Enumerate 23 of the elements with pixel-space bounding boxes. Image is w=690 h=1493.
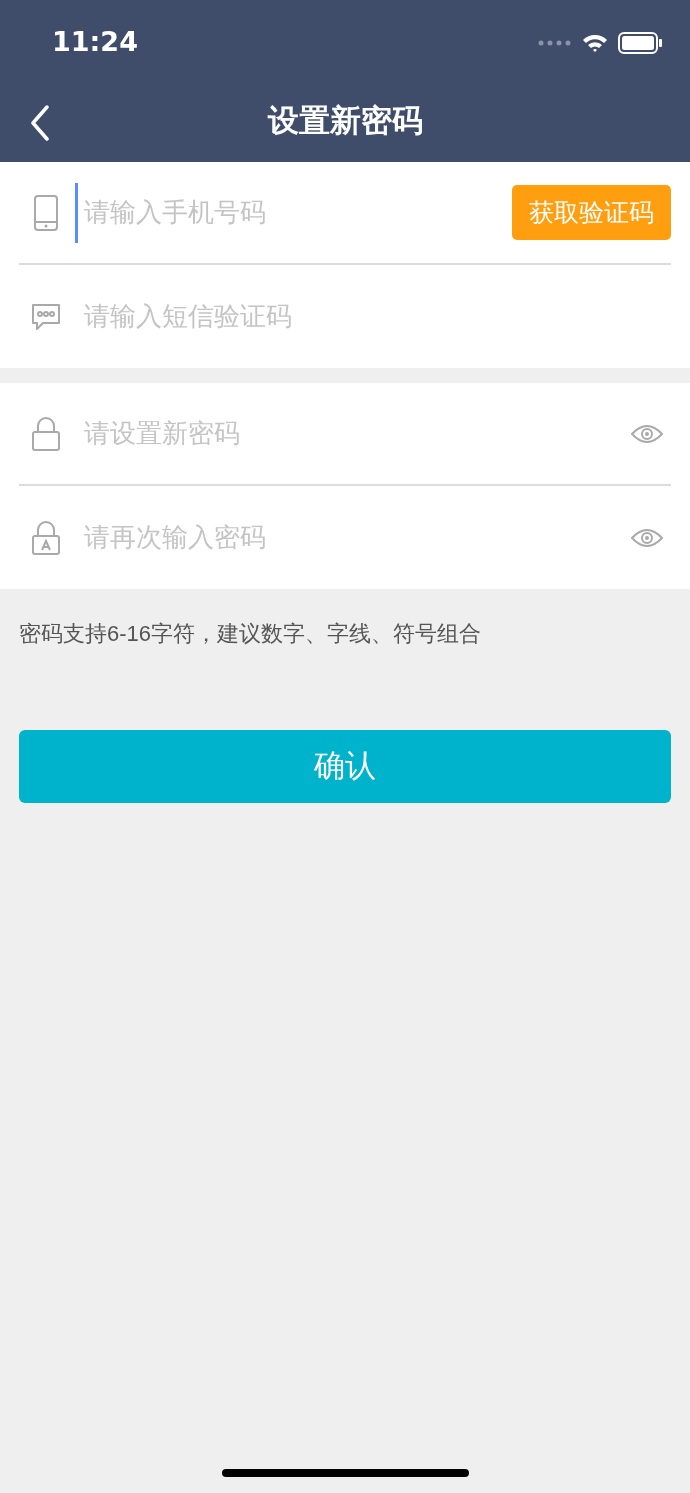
page-title: 设置新密码 — [267, 102, 423, 141]
battery-icon — [618, 31, 662, 54]
eye-icon[interactable] — [631, 527, 663, 548]
get-code-button[interactable]: 获取验证码 — [512, 185, 671, 240]
input-field[interactable]: 请再次输入密码 — [75, 507, 617, 568]
status-time: 11:24 — [52, 25, 138, 60]
lock-icon — [32, 520, 60, 555]
confirm-button[interactable]: 确认 — [19, 730, 671, 803]
signal-icon — [538, 39, 572, 46]
input-field[interactable]: 请输入手机号码 — [75, 182, 498, 243]
wifi-icon — [582, 32, 608, 53]
input-field[interactable]: 请输入短信验证码 — [75, 286, 671, 347]
field-row[interactable]: 请再次输入密码 — [0, 486, 690, 589]
back-icon — [30, 105, 50, 141]
lock-icon — [32, 416, 60, 451]
password-hint: 密码支持6-16字符，建议数字、字线、符号组合 — [18, 620, 483, 648]
input-field[interactable]: 请设置新密码 — [75, 403, 617, 464]
message-icon — [31, 302, 61, 331]
eye-icon[interactable] — [631, 423, 663, 444]
field-row[interactable]: 请设置新密码 — [0, 383, 690, 486]
field-row[interactable]: 请输入短信验证码 — [0, 265, 690, 368]
phone-icon — [34, 194, 58, 231]
field-row[interactable]: 请输入手机号码 获取验证码 — [0, 162, 690, 265]
